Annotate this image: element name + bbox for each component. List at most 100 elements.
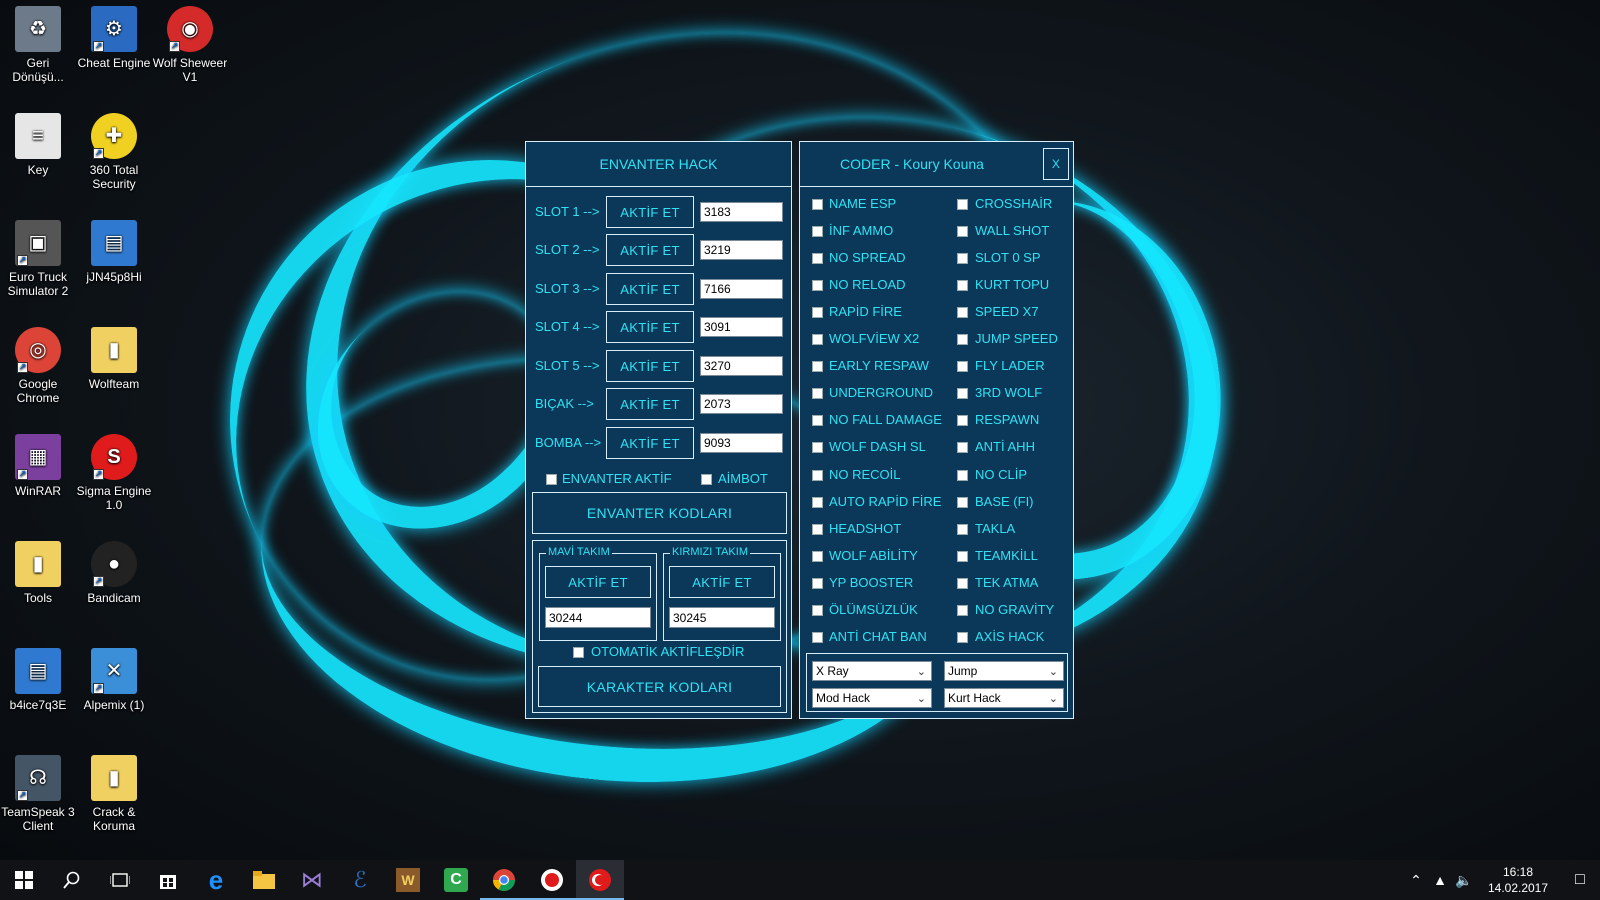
option-checkbox[interactable] <box>957 442 968 454</box>
option-checkbox[interactable] <box>957 199 968 210</box>
desktop-icon[interactable]: ⚙ ↗ Cheat Engine <box>76 6 152 70</box>
option-checkbox[interactable] <box>957 523 968 535</box>
option-checkbox[interactable] <box>957 415 968 427</box>
option-checkbox[interactable] <box>957 388 968 400</box>
visual-studio-button[interactable]: ⋈ <box>288 860 336 900</box>
camtasia-taskbar-button[interactable]: C <box>432 860 480 900</box>
option-checkbox[interactable] <box>957 226 968 238</box>
start-button[interactable] <box>0 860 48 900</box>
desktop-icon[interactable]: ▮ Tools <box>0 541 76 605</box>
desktop-icon[interactable]: ◉ ↗ Wolf Sheweer V1 <box>152 6 228 84</box>
envanter-aktif-checkbox[interactable] <box>546 474 557 485</box>
task-view-button[interactable] <box>96 860 144 900</box>
desktop-icon[interactable]: ◎ ↗ Google Chrome <box>0 327 76 405</box>
envanter-kodlari-button[interactable]: ENVANTER KODLARI <box>532 492 787 534</box>
wolf-sheweer-taskbar-button[interactable] <box>576 860 624 900</box>
option-checkbox[interactable] <box>957 253 968 265</box>
file-explorer-button[interactable] <box>240 860 288 900</box>
option-checkbox[interactable] <box>812 253 823 265</box>
option-checkbox[interactable] <box>957 334 968 346</box>
slot-aktif-button[interactable]: AKTİF ET <box>606 196 694 228</box>
kirmizi-takim-input[interactable]: 30245 <box>669 607 775 628</box>
notification-icon[interactable]: □ <box>1560 871 1600 889</box>
slot-value-input[interactable]: 7166 <box>700 279 783 299</box>
bandicam-taskbar-button[interactable] <box>528 860 576 900</box>
cheat-engine-taskbar-button[interactable]: ℰ <box>336 860 384 900</box>
slot-aktif-button[interactable]: AKTİF ET <box>606 273 694 305</box>
desktop-icon[interactable]: ▮ Crack & Koruma <box>76 755 152 833</box>
option-checkbox[interactable] <box>957 577 968 589</box>
option-checkbox[interactable] <box>957 631 968 643</box>
option-checkbox[interactable] <box>957 496 968 508</box>
slot-value-input[interactable]: 2073 <box>700 394 783 414</box>
option-checkbox[interactable] <box>812 442 823 454</box>
option-checkbox[interactable] <box>812 415 823 427</box>
slot-aktif-button[interactable]: AKTİF ET <box>606 234 694 266</box>
option-checkbox[interactable] <box>812 307 823 319</box>
otomatik-checkbox[interactable] <box>573 647 584 658</box>
close-button[interactable]: X <box>1043 148 1069 180</box>
option-checkbox[interactable] <box>957 361 968 373</box>
option-checkbox[interactable] <box>812 388 823 400</box>
desktop-icon[interactable]: ▤ b4ice7q3E <box>0 648 76 712</box>
wolfteam-taskbar-button[interactable]: W <box>384 860 432 900</box>
option-checkbox[interactable] <box>812 631 823 643</box>
envanter-title-bar[interactable]: ENVANTER HACK <box>526 142 791 187</box>
option-checkbox[interactable] <box>812 469 823 481</box>
option-checkbox[interactable] <box>812 523 823 535</box>
desktop-icon[interactable]: ≡ Key <box>0 113 76 177</box>
option-checkbox[interactable] <box>812 334 823 346</box>
desktop-icon[interactable]: ☊ ↗ TeamSpeak 3 Client <box>0 755 76 833</box>
store-button[interactable] <box>144 860 192 900</box>
slot-aktif-button[interactable]: AKTİF ET <box>606 388 694 420</box>
option-checkbox[interactable] <box>812 496 823 508</box>
option-checkbox[interactable] <box>812 550 823 562</box>
option-checkbox[interactable] <box>812 361 823 373</box>
mavi-takim-input[interactable]: 30244 <box>545 607 651 628</box>
desktop-icon[interactable]: ▮ Wolfteam <box>76 327 152 391</box>
coder-title-bar[interactable]: CODER - Koury Kouna <box>800 142 1073 187</box>
slot-value-input[interactable]: 3183 <box>700 202 783 222</box>
option-checkbox[interactable] <box>812 199 823 210</box>
option-checkbox[interactable] <box>812 280 823 292</box>
xray-select[interactable]: X Ray ⌄ <box>812 661 932 681</box>
desktop-icon[interactable]: ▦ ↗ WinRAR <box>0 434 76 498</box>
option-checkbox[interactable] <box>957 604 968 616</box>
desktop-icon[interactable]: ♻ Geri Dönüşü... <box>0 6 76 84</box>
desktop-icon[interactable]: ▤ jJN45p8Hi <box>76 220 152 284</box>
option-checkbox[interactable] <box>812 226 823 238</box>
chrome-taskbar-button[interactable] <box>480 860 528 900</box>
chevron-up-icon[interactable]: ⌃ <box>1404 872 1428 889</box>
jump-select[interactable]: Jump ⌄ <box>944 661 1064 681</box>
option-checkbox[interactable] <box>957 307 968 319</box>
karakter-kodlari-button[interactable]: KARAKTER KODLARI <box>538 666 781 707</box>
option-checkbox[interactable] <box>957 280 968 292</box>
option-checkbox[interactable] <box>957 550 968 562</box>
slot-aktif-button[interactable]: AKTİF ET <box>606 427 694 459</box>
aimbot-checkbox[interactable] <box>701 474 712 485</box>
option-checkbox[interactable] <box>812 604 823 616</box>
teamspeak-icon: ☊ ↗ <box>15 755 61 801</box>
mod-hack-select[interactable]: Mod Hack ⌄ <box>812 688 932 708</box>
speaker-icon[interactable]: 🔈 <box>1452 872 1476 889</box>
desktop-icon[interactable]: ▣ ↗ Euro Truck Simulator 2 <box>0 220 76 298</box>
slot-value-input[interactable]: 3270 <box>700 356 783 376</box>
wifi-icon[interactable]: ▲ <box>1428 872 1452 888</box>
desktop-icon[interactable]: S ↗ Sigma Engine 1.0 <box>76 434 152 512</box>
slot-value-input[interactable]: 3091 <box>700 317 783 337</box>
mavi-takim-aktif-button[interactable]: AKTİF ET <box>545 566 651 598</box>
edge-button[interactable]: e <box>192 860 240 900</box>
clock[interactable]: 16:18 14.02.2017 <box>1476 864 1560 896</box>
desktop-icon[interactable]: ✕ ↗ Alpemix (1) <box>76 648 152 712</box>
slot-value-input[interactable]: 3219 <box>700 240 783 260</box>
option-checkbox[interactable] <box>812 577 823 589</box>
slot-aktif-button[interactable]: AKTİF ET <box>606 311 694 343</box>
desktop-icon[interactable]: ✚ ↗ 360 Total Security <box>76 113 152 191</box>
search-button[interactable] <box>48 860 96 900</box>
kirmizi-takim-aktif-button[interactable]: AKTİF ET <box>669 566 775 598</box>
desktop-icon[interactable]: ● ↗ Bandicam <box>76 541 152 605</box>
option-checkbox[interactable] <box>957 469 968 481</box>
slot-value-input[interactable]: 9093 <box>700 433 783 453</box>
slot-aktif-button[interactable]: AKTİF ET <box>606 350 694 382</box>
kurt-hack-select[interactable]: Kurt Hack ⌄ <box>944 688 1064 708</box>
